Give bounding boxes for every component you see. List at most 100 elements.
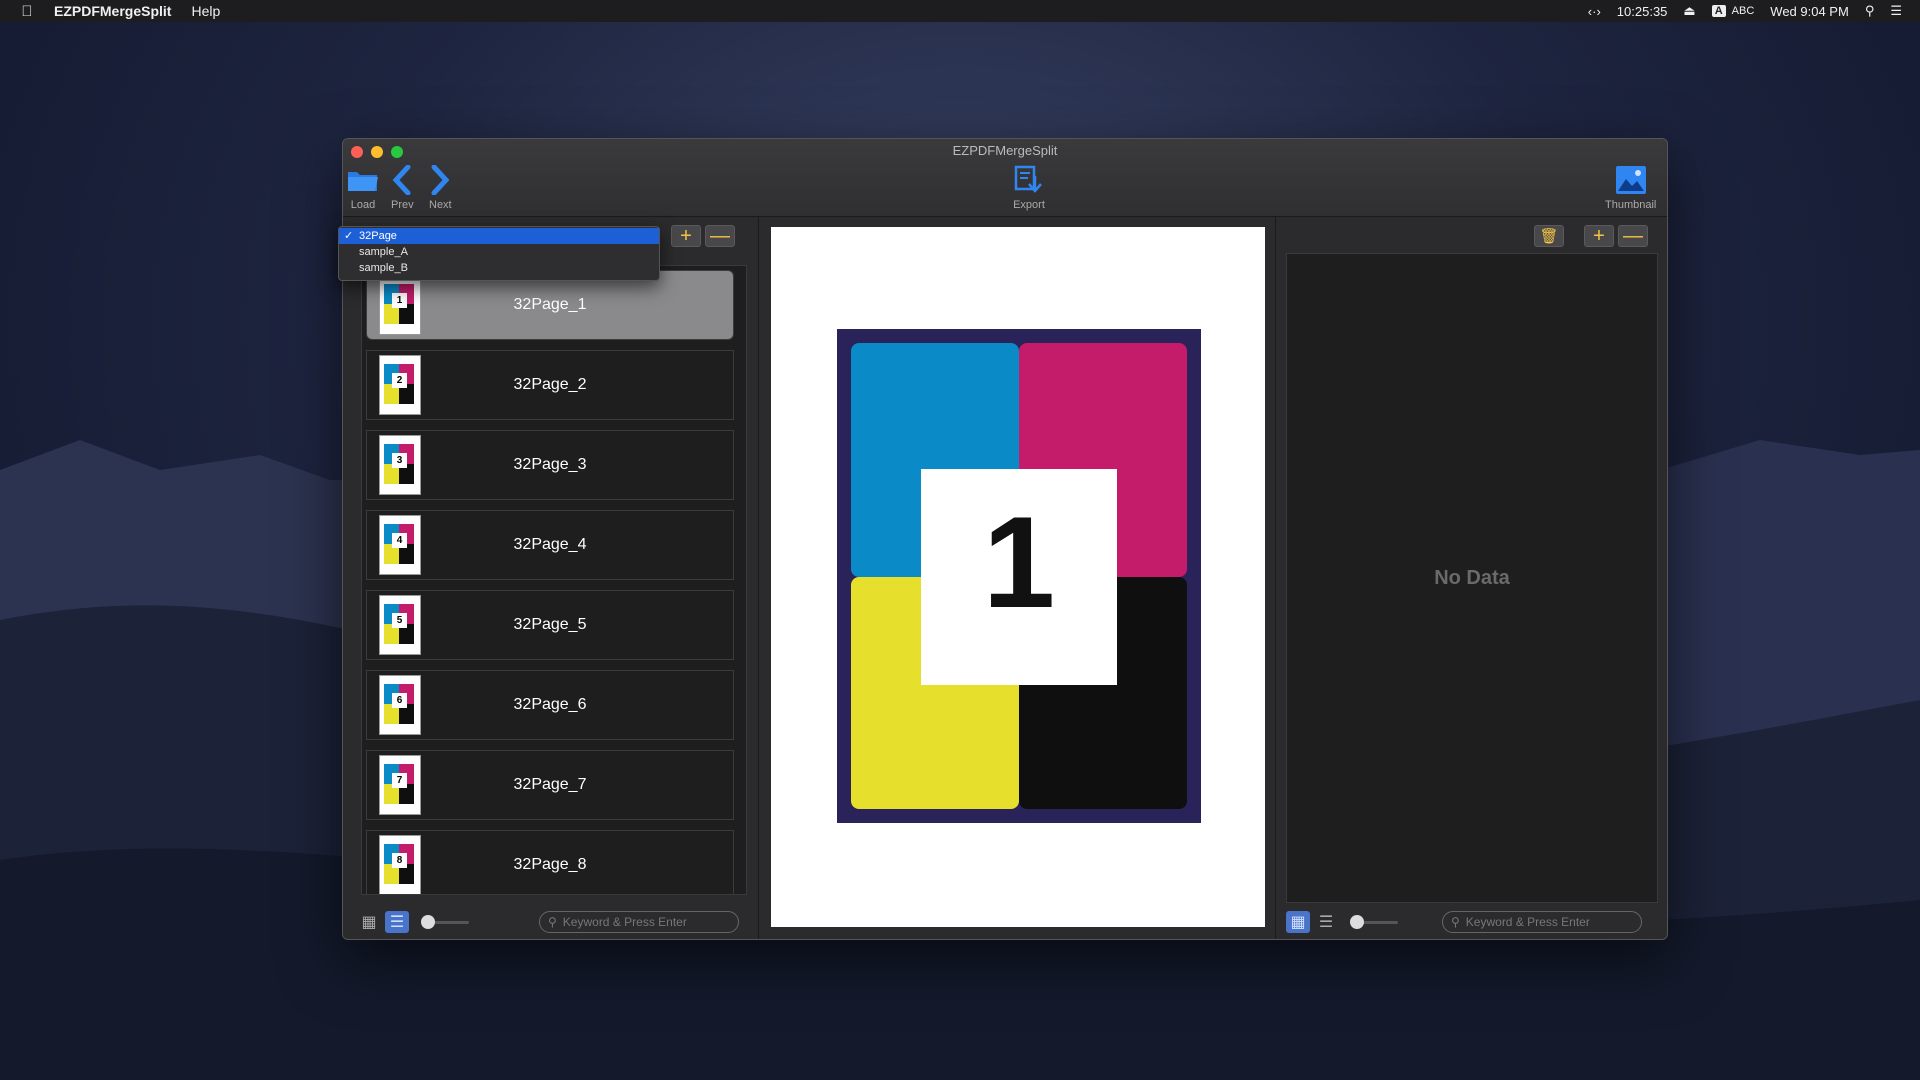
dropdown-option-sample-a[interactable]: sample_A — [339, 244, 659, 260]
add-output-button[interactable]: + — [1584, 225, 1614, 247]
image-icon — [1615, 163, 1647, 197]
thumbnail-button[interactable]: Thumbnail — [1605, 163, 1656, 211]
thumbnail-page-number: 2 — [392, 373, 407, 388]
export-label: Export — [1013, 199, 1045, 211]
folder-icon — [347, 163, 379, 197]
apple-icon[interactable]:  — [0, 3, 54, 20]
output-pane: 🗑 + — No Data ▦ ☰ ⚲ — [1275, 217, 1667, 939]
page-list[interactable]: 1 32Page_1 2 32Page_2 3 32Page_3 4 32Page_4 5 32P… — [361, 265, 747, 895]
thumbnail-page-number: 3 — [392, 453, 407, 468]
list-item[interactable]: 8 32Page_8 — [366, 830, 734, 894]
menubar-datetime[interactable]: Wed 9:04 PM — [1770, 4, 1849, 19]
checkmark-icon: ✓ — [344, 230, 354, 242]
minus-icon: — — [1623, 225, 1643, 247]
input-source-menu[interactable]: A ABC — [1711, 5, 1755, 17]
minus-icon: — — [710, 225, 730, 247]
left-search-input[interactable] — [562, 915, 723, 929]
size-slider[interactable] — [421, 915, 469, 929]
page-preview: 1 — [771, 227, 1265, 927]
left-bottom-bar: ▦ ☰ ⚲ — [343, 903, 758, 939]
page-thumbnail: 7 — [379, 755, 421, 815]
plus-icon: + — [1593, 225, 1605, 247]
dropdown-option-32page[interactable]: ✓ 32Page — [339, 228, 659, 244]
page-name: 32Page_2 — [513, 376, 587, 393]
left-search-field[interactable]: ⚲ — [539, 911, 739, 933]
thumbnail-page-number: 5 — [392, 613, 407, 628]
dropdown-option-label: sample_B — [359, 262, 408, 274]
list-item[interactable]: 4 32Page_4 — [366, 510, 734, 580]
notification-center-icon[interactable]: ☰ — [1890, 3, 1902, 19]
page-name: 32Page_1 — [513, 296, 587, 313]
list-item[interactable]: 7 32Page_7 — [366, 750, 734, 820]
list-icon: ☰ — [1318, 914, 1334, 931]
page-name: 32Page_7 — [513, 776, 587, 793]
next-button[interactable]: Next — [429, 163, 452, 211]
right-search-field[interactable]: ⚲ — [1442, 911, 1642, 933]
network-arrows-icon[interactable]: ‹·› — [1588, 4, 1601, 19]
empty-state: No Data — [1286, 253, 1658, 903]
chevron-right-icon — [429, 163, 451, 197]
grid-icon: ▦ — [1290, 914, 1306, 931]
search-icon: ⚲ — [548, 915, 557, 929]
window-title: EZPDFMergeSplit — [952, 143, 1058, 158]
page-thumbnail: 8 — [379, 835, 421, 894]
right-bottom-bar: ▦ ☰ ⚲ — [1276, 903, 1667, 939]
menu-app-name[interactable]: EZPDFMergeSplit — [54, 3, 171, 19]
add-file-button[interactable]: + — [671, 225, 701, 247]
input-badge: A — [1711, 5, 1726, 17]
chevron-left-icon — [391, 163, 413, 197]
page-preview-image: 1 — [837, 329, 1201, 823]
grid-view-button[interactable]: ▦ — [357, 911, 381, 933]
file-pages-pane: + — 1 32Page_1 2 32Page_2 3 32Page_3 4 32Page_4… — [343, 217, 759, 939]
dropdown-option-label: sample_A — [359, 246, 408, 258]
search-icon: ⚲ — [1451, 915, 1460, 929]
title-bar: EZPDFMergeSplit Load Prev Next Export Th… — [343, 139, 1667, 217]
prev-button[interactable]: Prev — [391, 163, 414, 211]
list-item[interactable]: 5 32Page_5 — [366, 590, 734, 660]
thumbnail-page-number: 6 — [392, 693, 407, 708]
page-thumbnail: 3 — [379, 435, 421, 495]
page-name: 32Page_5 — [513, 616, 587, 633]
slider-knob[interactable] — [421, 915, 435, 929]
thumbnail-label: Thumbnail — [1605, 199, 1657, 211]
list-item[interactable]: 3 32Page_3 — [366, 430, 734, 500]
page-name: 32Page_8 — [513, 856, 587, 873]
page-name: 32Page_4 — [513, 536, 587, 553]
input-source-label: ABC — [1731, 5, 1755, 17]
menubar-clock[interactable]: 10:25:35 — [1617, 4, 1668, 19]
list-item[interactable]: 6 32Page_6 — [366, 670, 734, 740]
preview-page-number: 1 — [983, 489, 1055, 635]
grid-view-button[interactable]: ▦ — [1286, 911, 1310, 933]
export-icon — [1013, 163, 1045, 197]
next-label: Next — [429, 199, 452, 211]
page-thumbnail: 4 — [379, 515, 421, 575]
menu-help[interactable]: Help — [191, 3, 220, 19]
grid-icon: ▦ — [361, 914, 377, 931]
delete-button[interactable]: 🗑 — [1534, 225, 1564, 247]
thumbnail-page-number: 4 — [392, 533, 407, 548]
remove-file-button[interactable]: — — [705, 225, 735, 247]
load-label: Load — [350, 199, 376, 211]
list-icon: ☰ — [389, 914, 405, 931]
slider-knob[interactable] — [1350, 915, 1364, 929]
list-view-button[interactable]: ☰ — [385, 911, 409, 933]
size-slider[interactable] — [1350, 915, 1398, 929]
plus-icon: + — [680, 225, 692, 247]
export-button[interactable]: Export — [1013, 163, 1045, 211]
list-view-button[interactable]: ☰ — [1314, 911, 1338, 933]
page-name: 32Page_6 — [513, 696, 587, 713]
dropdown-option-sample-b[interactable]: sample_B — [339, 260, 659, 276]
spotlight-search-icon[interactable]: ⚲ — [1865, 3, 1875, 19]
menu-bar:  EZPDFMergeSplit Help ‹·› 10:25:35 ⏏ A … — [0, 0, 1920, 22]
page-thumbnail: 2 — [379, 355, 421, 415]
right-search-input[interactable] — [1465, 915, 1626, 929]
list-item[interactable]: 2 32Page_2 — [366, 350, 734, 420]
prev-label: Prev — [391, 199, 414, 211]
page-name: 32Page_3 — [513, 456, 587, 473]
dropdown-option-label: 32Page — [359, 230, 397, 242]
eject-icon[interactable]: ⏏ — [1683, 3, 1695, 19]
load-button[interactable]: Load — [347, 163, 379, 211]
thumbnail-page-number: 1 — [392, 293, 407, 308]
thumbnail-page-number: 8 — [392, 853, 407, 868]
remove-output-button[interactable]: — — [1618, 225, 1648, 247]
